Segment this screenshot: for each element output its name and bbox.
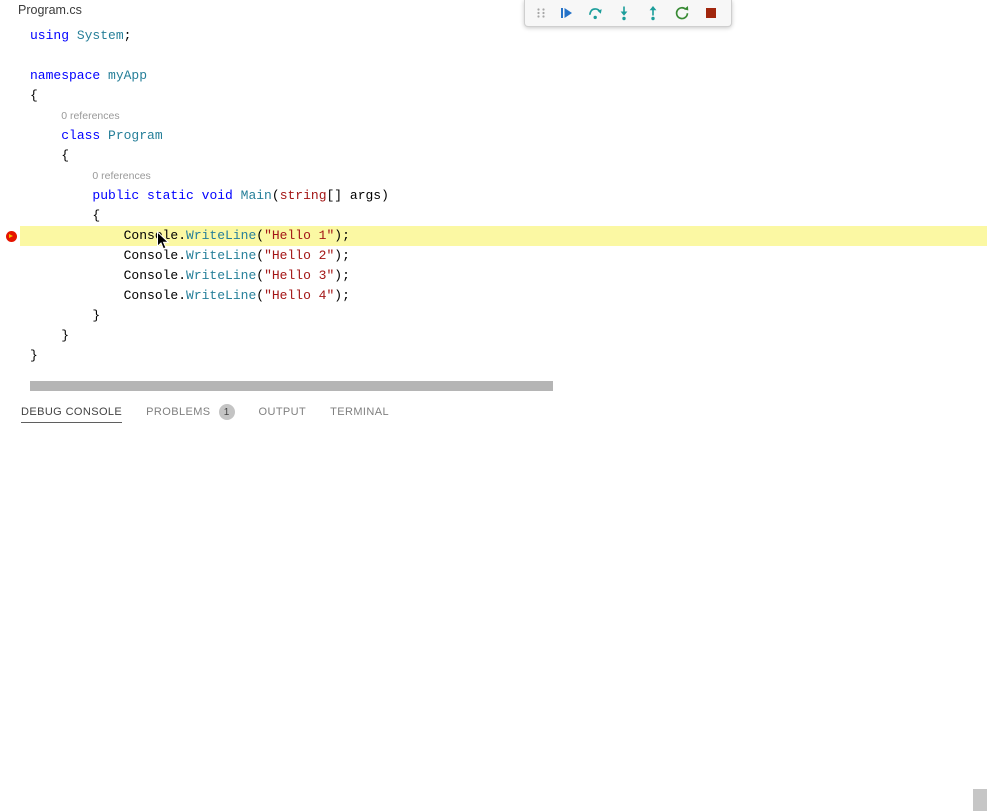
- code-token: }: [30, 308, 100, 323]
- step-into-icon: [616, 5, 632, 21]
- code-token: WriteLine: [186, 268, 256, 283]
- code-token: using: [30, 28, 77, 43]
- codelens-line[interactable]: 0 references: [20, 106, 987, 126]
- codelens-indent: [30, 108, 61, 123]
- code-line[interactable]: namespace myApp: [20, 66, 987, 86]
- code-line[interactable]: Console.WriteLine("Hello 2");: [20, 246, 987, 266]
- problems-count-badge: 1: [219, 404, 235, 420]
- panel-tabs: DEBUG CONSOLE PROBLEMS 1 OUTPUT TERMINAL: [21, 397, 987, 427]
- step-into-button[interactable]: [610, 2, 637, 25]
- horizontal-scrollbar-thumb[interactable]: [30, 381, 553, 391]
- debug-console-content[interactable]: [0, 429, 987, 811]
- step-over-icon: [587, 5, 603, 21]
- vertical-scrollbar-thumb[interactable]: [973, 789, 987, 811]
- code-token: );: [334, 288, 350, 303]
- code-area[interactable]: using System; namespace myApp { 0 referenc…: [0, 26, 987, 366]
- code-token: (: [256, 248, 264, 263]
- breakpoint-icon[interactable]: [6, 231, 17, 242]
- code-token: Console.: [30, 288, 186, 303]
- panel-tab-output[interactable]: OUTPUT: [259, 401, 307, 423]
- panel-tab-label: OUTPUT: [259, 406, 307, 418]
- code-token: {: [30, 88, 38, 103]
- vscode-window: Program.cs using System; namespace myApp {…: [0, 0, 987, 811]
- panel-tab-label: DEBUG CONSOLE: [21, 406, 122, 418]
- panel-tab-label: PROBLEMS: [146, 406, 210, 418]
- code-line[interactable]: [20, 46, 987, 66]
- panel-tab-terminal[interactable]: TERMINAL: [330, 401, 389, 423]
- continue-button[interactable]: [552, 2, 579, 25]
- step-over-button[interactable]: [581, 2, 608, 25]
- code-token: Console.: [30, 248, 186, 263]
- codelens-line[interactable]: 0 references: [20, 166, 987, 186]
- code-token: WriteLine: [186, 288, 256, 303]
- code-token: [] args): [327, 188, 389, 203]
- panel-tab-debug-console[interactable]: DEBUG CONSOLE: [21, 401, 122, 423]
- code-line[interactable]: {: [20, 146, 987, 166]
- code-token: WriteLine: [186, 248, 256, 263]
- code-token: {: [30, 208, 100, 223]
- code-token: Console.: [30, 228, 186, 243]
- code-token: );: [334, 228, 350, 243]
- step-out-button[interactable]: [639, 2, 666, 25]
- code-line[interactable]: Console.WriteLine("Hello 1");: [20, 226, 987, 246]
- code-token: WriteLine: [186, 228, 256, 243]
- code-line[interactable]: }: [20, 326, 987, 346]
- code-token: System: [77, 28, 124, 43]
- continue-icon: [558, 5, 574, 21]
- code-token: [30, 128, 61, 143]
- code-line[interactable]: }: [20, 306, 987, 326]
- code-token: myApp: [108, 68, 147, 83]
- code-token: "Hello 4": [264, 288, 334, 303]
- debug-toolbar: [524, 0, 732, 27]
- bottom-panel: DEBUG CONSOLE PROBLEMS 1 OUTPUT TERMINAL: [0, 397, 987, 811]
- code-token: Program: [108, 128, 163, 143]
- code-token: (: [272, 188, 280, 203]
- step-out-icon: [645, 5, 661, 21]
- restart-button[interactable]: [668, 2, 695, 25]
- code-token: class: [61, 128, 108, 143]
- editor-tab-program-cs[interactable]: Program.cs: [18, 1, 82, 19]
- code-token: (: [256, 288, 264, 303]
- stop-icon: [703, 5, 719, 21]
- code-token: );: [334, 268, 350, 283]
- code-token: "Hello 3": [264, 268, 334, 283]
- codelens-references[interactable]: 0 references: [61, 110, 119, 122]
- drag-handle-button[interactable]: [532, 2, 550, 25]
- code-line[interactable]: {: [20, 86, 987, 106]
- code-line[interactable]: public static void Main(string[] args): [20, 186, 987, 206]
- code-token: {: [30, 148, 69, 163]
- code-token: namespace: [30, 68, 108, 83]
- code-line[interactable]: Console.WriteLine("Hello 3");: [20, 266, 987, 286]
- codelens-indent: [30, 168, 92, 183]
- code-line[interactable]: using System;: [20, 26, 987, 46]
- gripper-icon: [533, 5, 549, 21]
- restart-icon: [674, 5, 690, 21]
- code-token: (: [256, 268, 264, 283]
- code-token: public static void: [92, 188, 240, 203]
- codelens-references[interactable]: 0 references: [92, 170, 150, 182]
- code-line[interactable]: }: [20, 346, 987, 366]
- code-token: ;: [124, 28, 132, 43]
- code-token: (: [256, 228, 264, 243]
- code-token: }: [30, 348, 38, 363]
- stop-button[interactable]: [697, 2, 724, 25]
- code-token: }: [30, 328, 69, 343]
- code-line[interactable]: class Program: [20, 126, 987, 146]
- panel-tab-label: TERMINAL: [330, 406, 389, 418]
- code-line[interactable]: Console.WriteLine("Hello 4");: [20, 286, 987, 306]
- code-token: [30, 188, 92, 203]
- code-token: Main: [241, 188, 272, 203]
- code-line[interactable]: {: [20, 206, 987, 226]
- code-token: );: [334, 248, 350, 263]
- panel-tab-problems[interactable]: PROBLEMS 1: [146, 399, 234, 425]
- code-token: "Hello 1": [264, 228, 334, 243]
- code-token: Console.: [30, 268, 186, 283]
- code-token: string: [280, 188, 327, 203]
- code-token: "Hello 2": [264, 248, 334, 263]
